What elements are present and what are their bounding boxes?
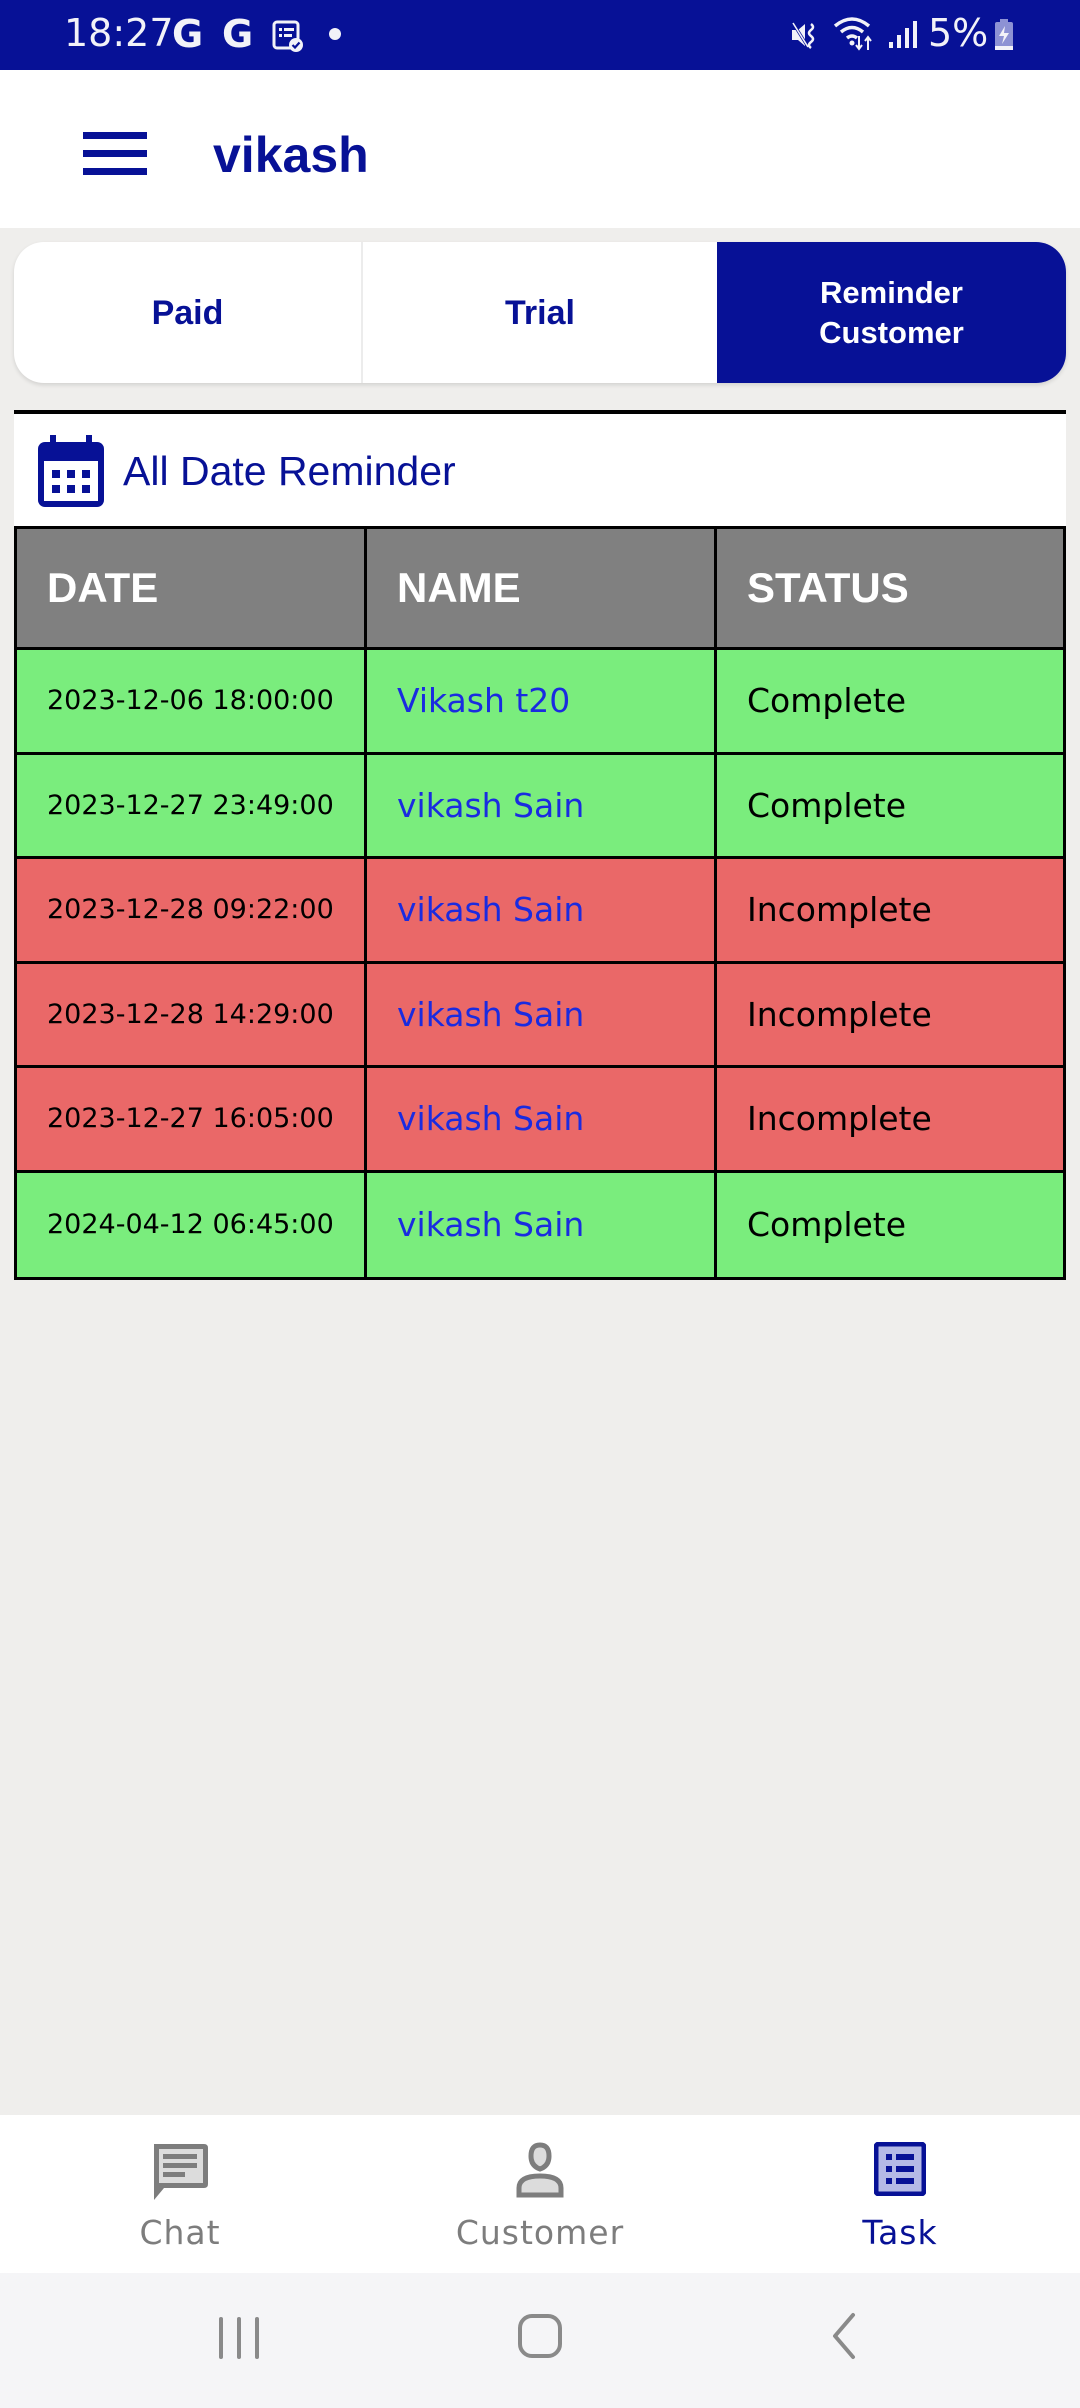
- nav-label-customer: Customer: [455, 2213, 625, 2252]
- home-icon[interactable]: [515, 2311, 565, 2361]
- reminder-table: DATE NAME STATUS 2023-12-06 18:00:00 Vik…: [14, 526, 1066, 1280]
- status-cell: Complete: [717, 650, 1063, 755]
- app-bar: vikash: [0, 70, 1080, 228]
- name-link[interactable]: vikash Sain: [367, 859, 717, 964]
- nav-item-chat[interactable]: Chat: [0, 2115, 360, 2273]
- tab-trial[interactable]: Trial: [363, 242, 717, 383]
- bottom-navigation: Chat Customer Task: [0, 2115, 1080, 2273]
- wifi-data-icon: [833, 17, 872, 51]
- table-row[interactable]: 2023-12-06 18:00:00 Vikash t20 Complete: [17, 650, 1063, 755]
- table-row[interactable]: 2023-12-27 23:49:00 vikash Sain Complete: [17, 754, 1063, 859]
- date-cell: 2023-12-27 23:49:00: [17, 754, 367, 859]
- page-title: vikash: [213, 127, 369, 183]
- table-row[interactable]: 2024-04-12 06:45:00 vikash Sain Complete: [17, 1172, 1063, 1277]
- status-cell: Incomplete: [717, 963, 1063, 1068]
- person-icon: [516, 2142, 564, 2198]
- date-cell: 2023-12-28 14:29:00: [17, 963, 367, 1068]
- table-row[interactable]: 2023-12-28 14:29:00 vikash Sain Incomple…: [17, 963, 1063, 1068]
- battery-charging-icon: [995, 19, 1013, 50]
- system-navigation-bar: [0, 2273, 1080, 2408]
- task-checked-icon: [272, 20, 303, 52]
- status-cell: Complete: [717, 1172, 1063, 1277]
- hamburger-menu-icon[interactable]: [83, 132, 147, 176]
- signal-icon: [889, 21, 917, 48]
- tab-paid[interactable]: Paid: [14, 242, 363, 383]
- tab-reminder-customer-label: Reminder Customer: [819, 274, 964, 350]
- chat-icon: [154, 2144, 208, 2200]
- date-cell: 2024-04-12 06:45:00: [17, 1172, 367, 1277]
- date-cell: 2023-12-06 18:00:00: [17, 650, 367, 755]
- reminder-panel-header: All Date Reminder: [14, 410, 1066, 527]
- table-header: DATE NAME STATUS: [17, 529, 1063, 650]
- name-link[interactable]: Vikash t20: [367, 650, 717, 755]
- google-g-icon: G: [172, 12, 204, 56]
- status-cell: Incomplete: [717, 859, 1063, 964]
- name-link[interactable]: vikash Sain: [367, 963, 717, 1068]
- recents-icon[interactable]: [215, 2313, 265, 2363]
- status-bar: 18:27 G G 5%: [0, 0, 1080, 70]
- status-time: 18:27: [64, 11, 174, 55]
- battery-percent: 5%: [928, 11, 989, 55]
- tab-reminder-customer[interactable]: Reminder Customer: [717, 242, 1066, 383]
- column-header-name: NAME: [367, 529, 717, 650]
- segment-tabs: Paid Trial Reminder Customer: [14, 242, 1066, 383]
- table-row[interactable]: 2023-12-27 16:05:00 vikash Sain Incomple…: [17, 1068, 1063, 1173]
- name-link[interactable]: vikash Sain: [367, 1172, 717, 1277]
- nav-item-task[interactable]: Task: [720, 2115, 1080, 2273]
- column-header-status: STATUS: [717, 529, 1063, 650]
- column-header-date: DATE: [17, 529, 367, 650]
- status-cell: Complete: [717, 754, 1063, 859]
- panel-title: All Date Reminder: [123, 448, 456, 494]
- nav-label-task: Task: [862, 2213, 938, 2252]
- nav-label-chat: Chat: [139, 2213, 221, 2252]
- back-icon[interactable]: [825, 2311, 861, 2361]
- name-link[interactable]: vikash Sain: [367, 754, 717, 859]
- date-cell: 2023-12-28 09:22:00: [17, 859, 367, 964]
- table-row[interactable]: 2023-12-28 09:22:00 vikash Sain Incomple…: [17, 859, 1063, 964]
- calendar-icon: [38, 435, 104, 507]
- notification-dot-icon: [329, 28, 341, 40]
- mute-vibrate-icon: [791, 22, 815, 49]
- status-cell: Incomplete: [717, 1068, 1063, 1173]
- task-list-icon: [874, 2142, 926, 2196]
- date-cell: 2023-12-27 16:05:00: [17, 1068, 367, 1173]
- name-link[interactable]: vikash Sain: [367, 1068, 717, 1173]
- google-g-icon: G: [222, 12, 254, 56]
- nav-item-customer[interactable]: Customer: [360, 2115, 720, 2273]
